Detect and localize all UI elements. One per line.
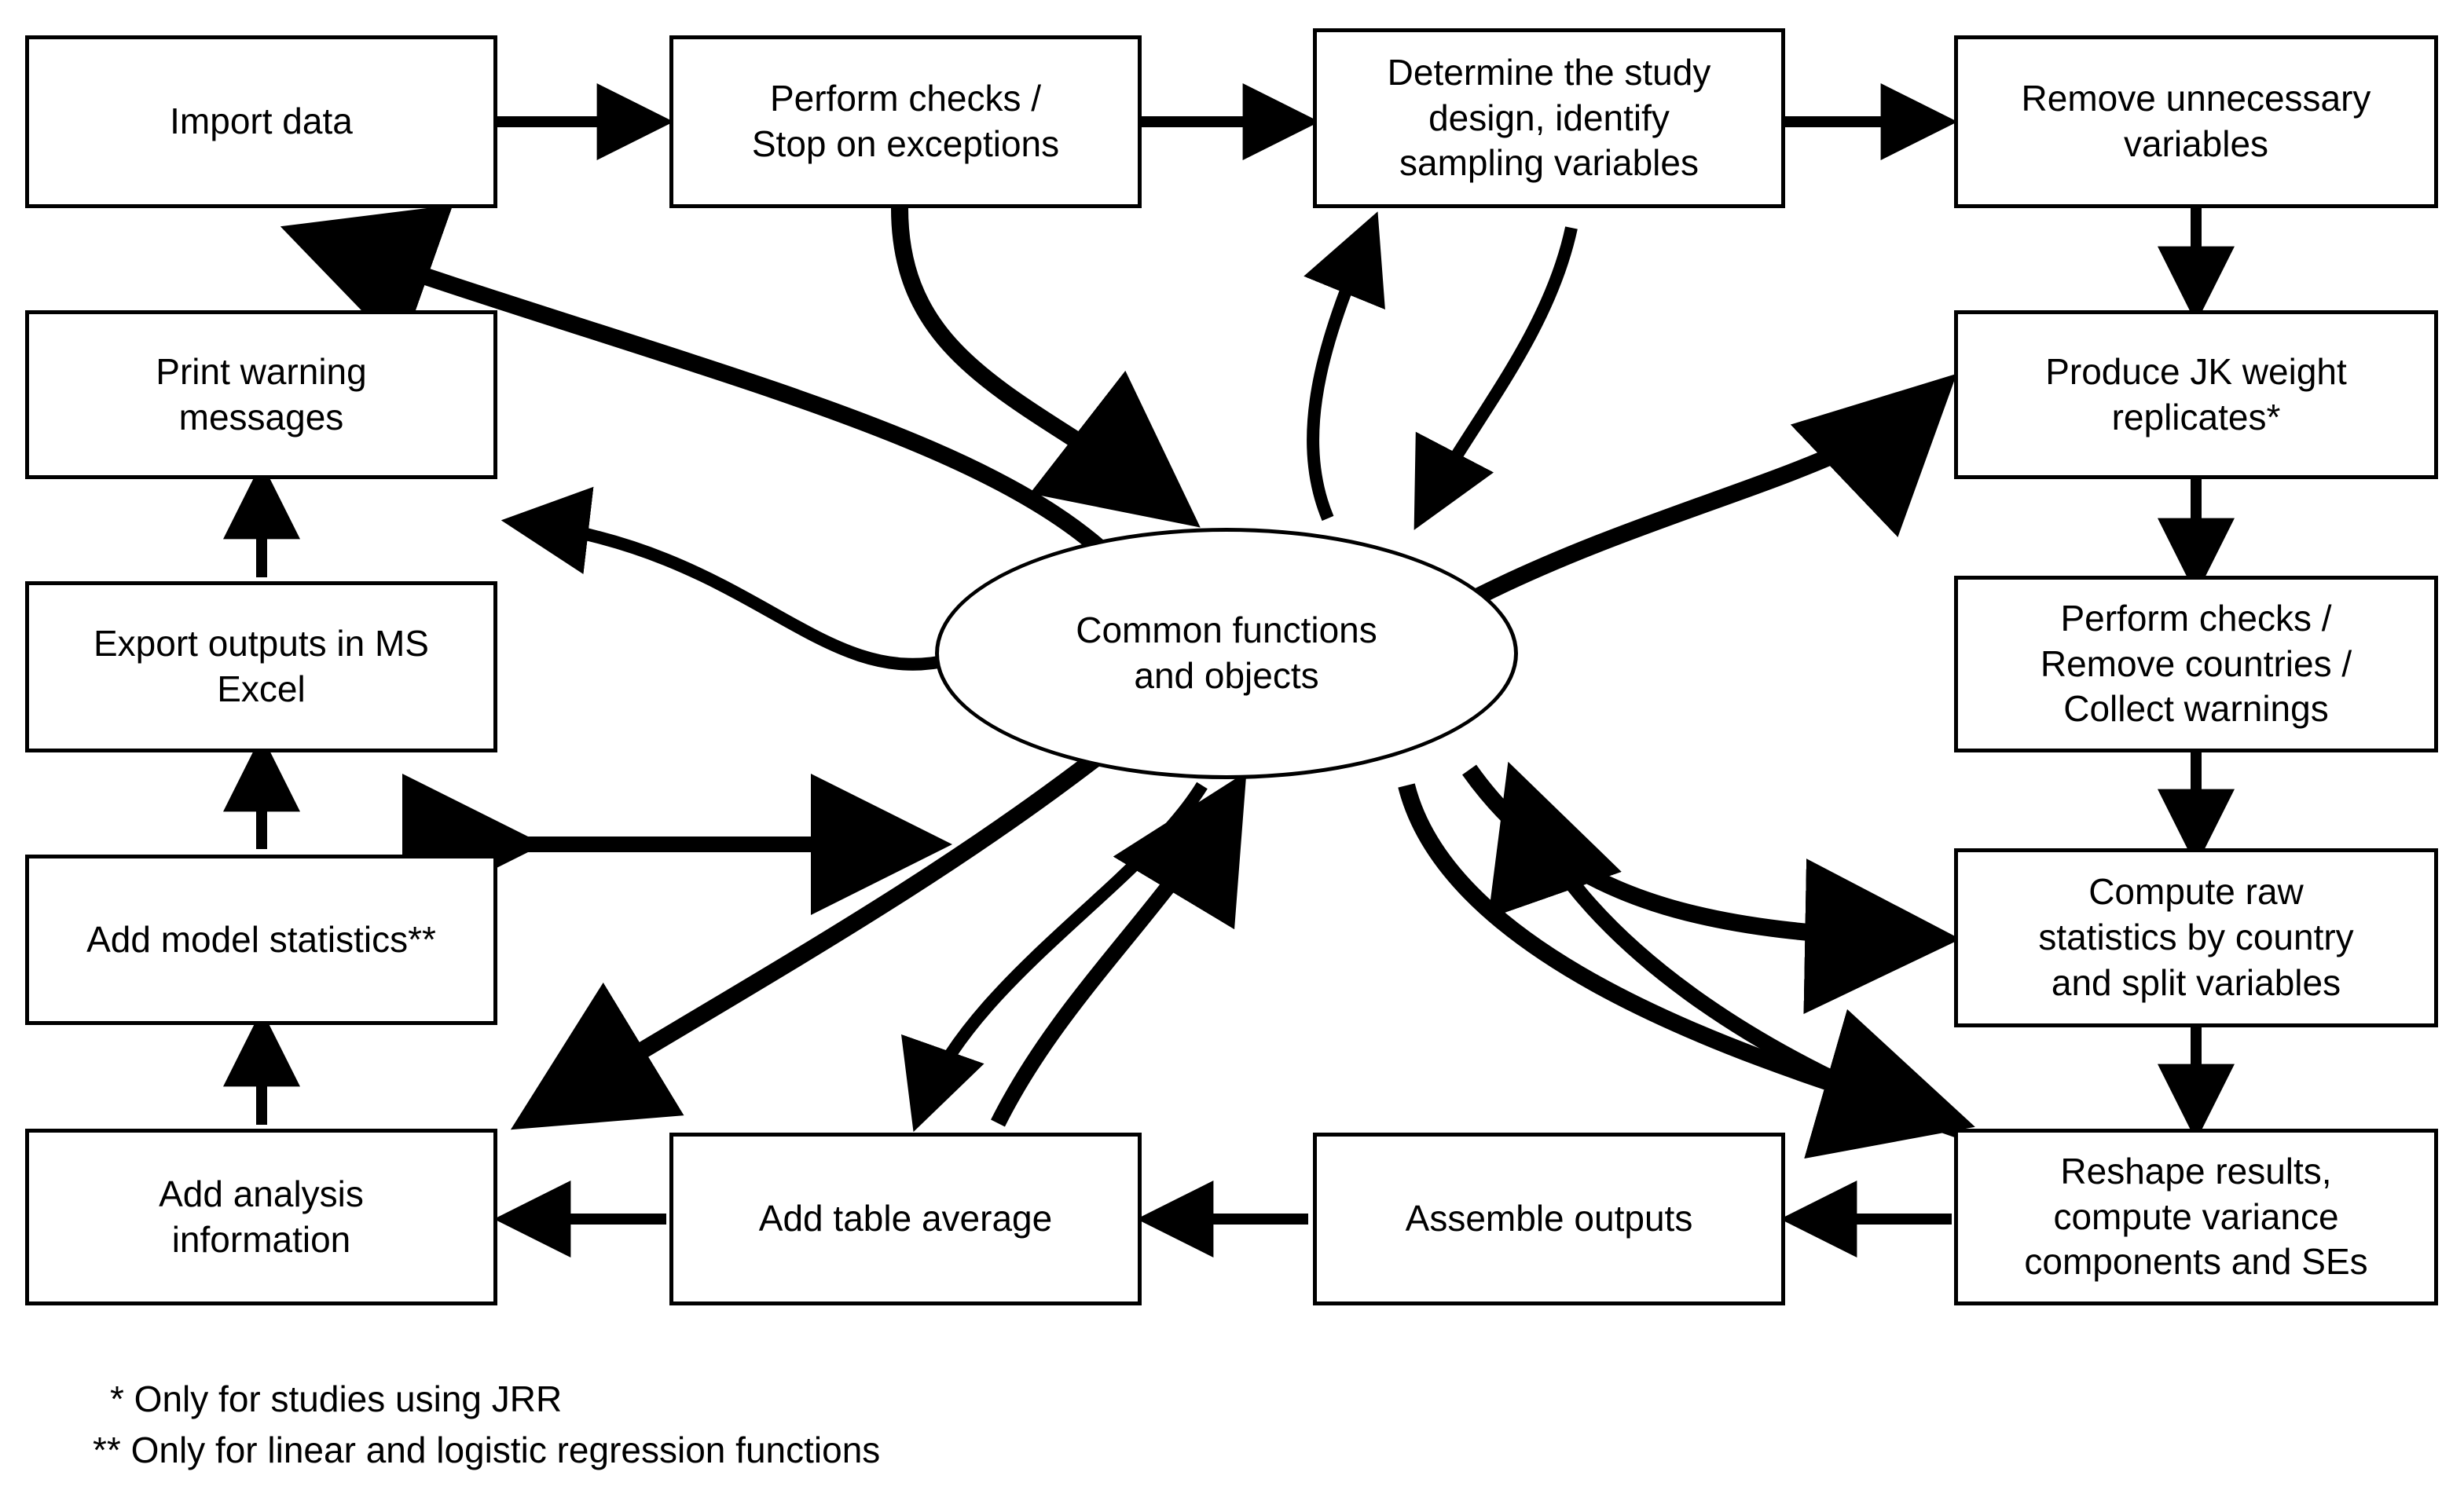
footnote-jrr: * Only for studies using JRR [110, 1378, 563, 1419]
node-assemble-outputs-label: Assemble outputs [1405, 1198, 1693, 1239]
node-add-model-statistics-label: Add model statistics** [86, 918, 436, 960]
node-add-table-average[interactable]: Add table average [669, 1133, 1142, 1305]
node-add-model-statistics[interactable]: Add model statistics** [25, 855, 497, 1025]
edge-design-to-hub [1414, 226, 1578, 530]
edge-hub-to-tableavg [901, 782, 1208, 1133]
node-remove-unnecessary-variables-label: Remove unnecessary variables [2021, 78, 2371, 164]
edge-hub-to-warnings [500, 486, 952, 671]
edge-reshape-to-hub [1488, 761, 1964, 1139]
node-export-outputs-excel[interactable]: Export outputs in MS Excel [25, 581, 497, 752]
node-assemble-outputs[interactable]: Assemble outputs [1313, 1133, 1785, 1305]
node-export-outputs-excel-label: Export outputs in MS Excel [94, 623, 429, 709]
node-add-analysis-information-label: Add analysis information [159, 1173, 364, 1260]
node-perform-checks-stop[interactable]: Perform checks / Stop on exceptions [669, 35, 1142, 208]
edge-hub-to-design [1304, 211, 1385, 522]
edge-hub-to-jk [1473, 373, 1957, 605]
node-import-data-label: Import data [170, 101, 353, 142]
edge-hub-to-reshape [1398, 783, 1975, 1159]
edge-hub-to-compute [1462, 764, 1961, 1015]
node-remove-unnecessary-variables[interactable]: Remove unnecessary variables [1954, 35, 2438, 208]
edge-hub-to-analysis [510, 751, 1102, 1130]
node-common-functions-hub[interactable]: Common functions and objects [935, 528, 1518, 779]
node-perform-checks-stop-label: Perform checks / Stop on exceptions [751, 78, 1060, 164]
node-perform-checks-remove-countries-label: Perform checks / Remove countries / Collec… [2040, 597, 2352, 730]
node-compute-raw-statistics[interactable]: Compute raw statistics by country and spli… [1954, 848, 2438, 1027]
node-produce-jk-weight-replicates-label: Produce JK weight replicates* [2045, 350, 2347, 437]
node-print-warning-messages-label: Print warning messages [156, 350, 367, 437]
node-reshape-results-label: Reshape results, compute variance componen… [2024, 1150, 2368, 1283]
flowchart-canvas: Import data Perform checks / Stop on exce… [0, 0, 2464, 1490]
node-produce-jk-weight-replicates[interactable]: Produce JK weight replicates* [1954, 310, 2438, 479]
node-print-warning-messages[interactable]: Print warning messages [25, 310, 497, 479]
node-determine-study-design[interactable]: Determine the study design, identify sampl… [1313, 28, 1785, 208]
footnote-regression: ** Only for linear and logistic regressi… [93, 1430, 881, 1470]
node-reshape-results[interactable]: Reshape results, compute variance componen… [1954, 1129, 2438, 1305]
node-compute-raw-statistics-label: Compute raw statistics by country and spli… [2038, 871, 2354, 1003]
node-import-data[interactable]: Import data [25, 35, 497, 208]
edge-tableavg-to-hub [991, 771, 1247, 1127]
node-perform-checks-remove-countries[interactable]: Perform checks / Remove countries / Collec… [1954, 576, 2438, 752]
edge-checks-to-hub [891, 207, 1201, 528]
node-add-table-average-label: Add table average [758, 1198, 1053, 1239]
node-common-functions-hub-label: Common functions and objects [1076, 610, 1377, 696]
node-add-analysis-information[interactable]: Add analysis information [25, 1129, 497, 1305]
node-determine-study-design-label: Determine the study design, identify sampl… [1387, 51, 1711, 184]
